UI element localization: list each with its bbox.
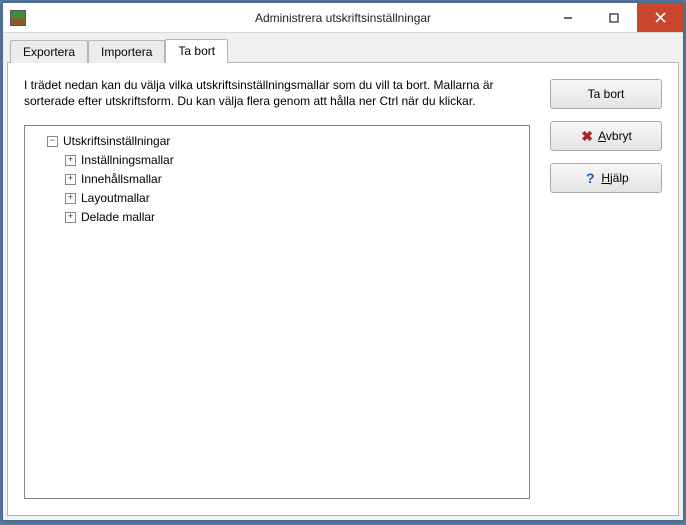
delete-button-label: Ta bort xyxy=(588,87,625,101)
button-column: Ta bort ✖ Avbryt ? Hjälp xyxy=(550,77,662,499)
cancel-x-icon: ✖ xyxy=(580,129,594,143)
tab-export[interactable]: Exportera xyxy=(10,40,88,63)
expand-icon[interactable] xyxy=(65,174,76,185)
tree-label-root: Utskriftsinställningar xyxy=(63,132,170,151)
collapse-icon[interactable] xyxy=(47,136,58,147)
tree-label: Innehållsmallar xyxy=(81,170,162,189)
expand-icon[interactable] xyxy=(65,212,76,223)
description-text: I trädet nedan kan du välja vilka utskri… xyxy=(24,77,530,109)
tabstrip: Exportera Importera Ta bort xyxy=(7,39,679,63)
delete-button[interactable]: Ta bort xyxy=(550,79,662,109)
help-question-icon: ? xyxy=(583,171,597,185)
tree-node-layoutmallar[interactable]: Layoutmallar xyxy=(65,189,525,208)
cancel-button-label: Avbryt xyxy=(598,129,632,143)
cancel-button[interactable]: ✖ Avbryt xyxy=(550,121,662,151)
client-area: Exportera Importera Ta bort I trädet ned… xyxy=(3,33,683,520)
minimize-icon xyxy=(563,13,573,23)
expand-icon[interactable] xyxy=(65,155,76,166)
close-button[interactable] xyxy=(637,3,683,32)
help-button[interactable]: ? Hjälp xyxy=(550,163,662,193)
help-button-label: Hjälp xyxy=(601,171,628,185)
window: Administrera utskriftsinställningar Expo… xyxy=(2,2,684,521)
tree-node-innehallsmallar[interactable]: Innehållsmallar xyxy=(65,170,525,189)
close-icon xyxy=(655,12,666,23)
maximize-icon xyxy=(609,13,619,23)
tab-panel-delete: I trädet nedan kan du välja vilka utskri… xyxy=(7,62,679,516)
tree-node-installningsmallar[interactable]: Inställningsmallar xyxy=(65,151,525,170)
tab-delete[interactable]: Ta bort xyxy=(165,39,228,63)
expand-icon[interactable] xyxy=(65,193,76,204)
minimize-button[interactable] xyxy=(545,3,591,32)
tree-node-root[interactable]: Utskriftsinställningar xyxy=(47,132,525,151)
tree-label: Delade mallar xyxy=(81,208,155,227)
tree-label: Layoutmallar xyxy=(81,189,150,208)
window-controls xyxy=(545,3,683,32)
template-tree[interactable]: Utskriftsinställningar Inställningsmalla… xyxy=(24,125,530,499)
titlebar: Administrera utskriftsinställningar xyxy=(3,3,683,33)
tree-label: Inställningsmallar xyxy=(81,151,174,170)
app-icon xyxy=(10,10,26,26)
maximize-button[interactable] xyxy=(591,3,637,32)
tab-import[interactable]: Importera xyxy=(88,40,165,63)
tree-node-delade-mallar[interactable]: Delade mallar xyxy=(65,208,525,227)
